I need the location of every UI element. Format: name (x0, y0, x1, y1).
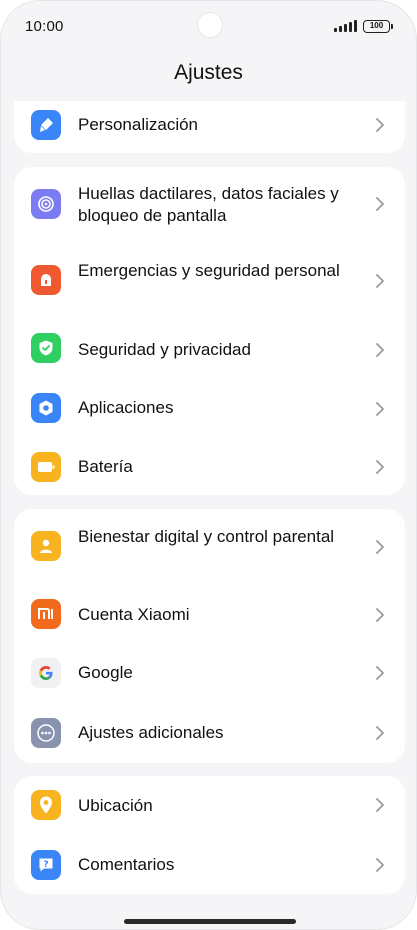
settings-group-3: Bienestar digital y control parental Cue… (14, 509, 405, 763)
chevron-right-icon (376, 726, 384, 740)
settings-item-label: Ubicación (78, 796, 153, 815)
siren-icon (31, 265, 61, 295)
fingerprint-icon (31, 189, 61, 219)
svg-text:?: ? (43, 860, 48, 870)
settings-item-xiaomi[interactable]: Cuenta Xiaomi (14, 585, 405, 643)
settings-item-ubicacion[interactable]: Ubicación (14, 776, 405, 836)
settings-item-label: Cuenta Xiaomi (78, 605, 190, 624)
battery-icon (31, 452, 61, 482)
settings-item-huellas[interactable]: Huellas dactilares, datos faciales y blo… (14, 167, 405, 241)
chevron-right-icon (376, 343, 384, 357)
battery-status-icon: 100 (363, 19, 393, 33)
status-icons: 100 (334, 19, 393, 33)
settings-item-label: Comentarios (78, 855, 175, 874)
settings-item-adicionales[interactable]: Ajustes adicionales (14, 703, 405, 763)
settings-item-google[interactable]: Google (14, 643, 405, 703)
settings-item-emergencias[interactable]: Emergencias y seguridad personal (14, 241, 405, 321)
settings-item-label: Huellas dactilares, datos faciales y blo… (78, 184, 339, 225)
chevron-right-icon (376, 798, 384, 812)
settings-item-bienestar[interactable]: Bienestar digital y control parental (14, 509, 405, 585)
chevron-right-icon (376, 608, 384, 622)
home-indicator[interactable] (124, 919, 296, 924)
settings-group-4: Ubicación ? Comentarios (14, 776, 405, 894)
settings-item-personalizacion[interactable]: Personalización (14, 101, 405, 149)
settings-item-comentarios[interactable]: ? Comentarios (14, 836, 405, 894)
status-time: 10:00 (25, 17, 64, 35)
camera-cutout (197, 12, 223, 38)
chevron-right-icon (376, 858, 384, 872)
chevron-right-icon (376, 197, 384, 211)
chevron-right-icon (376, 666, 384, 680)
settings-item-label: Google (78, 663, 133, 682)
settings-item-label: Ajustes adicionales (78, 723, 224, 742)
google-g-icon (31, 658, 61, 688)
chevron-right-icon (376, 540, 384, 554)
settings-item-label: Batería (78, 457, 133, 476)
settings-item-label: Emergencias y seguridad personal (78, 261, 340, 280)
page-title: Ajustes (174, 61, 243, 84)
settings-item-label: Personalización (78, 115, 199, 134)
battery-level: 100 (369, 20, 384, 30)
settings-item-label: Aplicaciones (78, 398, 174, 417)
settings-item-label: Bienestar digital y control parental (78, 527, 335, 546)
chevron-right-icon (376, 274, 384, 288)
feedback-icon: ? (31, 850, 61, 880)
settings-item-aplicaciones[interactable]: Aplicaciones (14, 379, 405, 439)
settings-item-label: Seguridad y privacidad (78, 340, 251, 359)
shield-check-icon (31, 333, 61, 363)
brush-icon (31, 110, 61, 140)
more-dots-icon (31, 718, 61, 748)
chevron-right-icon (376, 118, 384, 132)
signal-icon (334, 20, 357, 32)
settings-item-bateria[interactable]: Batería (14, 439, 405, 495)
person-icon (31, 531, 61, 561)
mi-logo-icon (31, 599, 61, 629)
settings-group-1: Personalización (14, 101, 405, 153)
chevron-right-icon (376, 460, 384, 474)
hexagon-icon (31, 393, 61, 423)
phone-screen: 10:00 100 Ajustes Personalización Huella… (0, 0, 417, 930)
chevron-right-icon (376, 402, 384, 416)
location-pin-icon (31, 790, 61, 820)
settings-group-2: Huellas dactilares, datos faciales y blo… (14, 167, 405, 495)
settings-item-seguridad[interactable]: Seguridad y privacidad (14, 321, 405, 379)
